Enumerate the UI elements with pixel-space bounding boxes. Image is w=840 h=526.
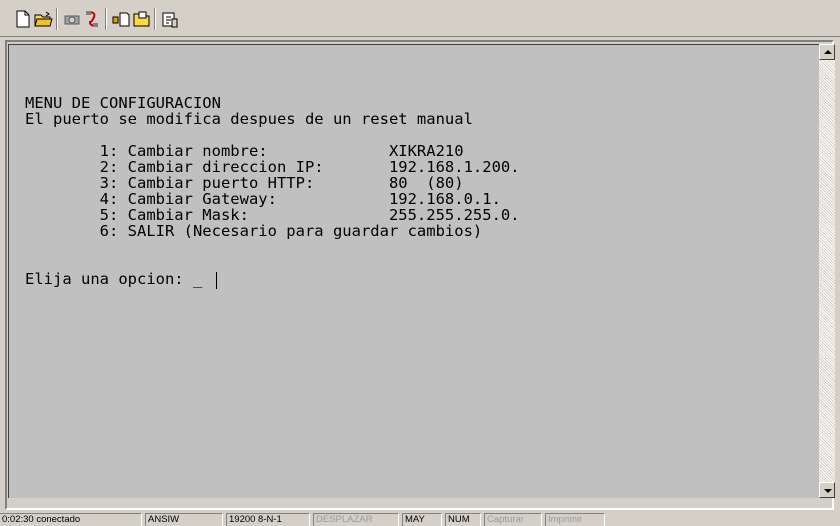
terminal-line: El puerto se modifica despues de un rese… (25, 110, 473, 128)
scroll-down-button[interactable] (819, 482, 835, 498)
toolbar (0, 0, 840, 37)
properties-connection-icon[interactable] (82, 9, 102, 29)
terminal-prompt: Elija una opcion: _ (25, 270, 203, 288)
text-cursor (216, 272, 217, 289)
status-emulation: ANSIW (145, 513, 223, 526)
terminal-line: 3: Cambiar puerto HTTP: 80 (80) (25, 174, 464, 192)
terminal-line: 1: Cambiar nombre: XIKRA210 (25, 142, 464, 160)
status-scroll-lock: DESPLAZAR (313, 513, 399, 526)
status-port-settings: 19200 8-N-1 (226, 513, 310, 526)
terminal-line: MENU DE CONFIGURACION (25, 94, 221, 112)
status-capture: Capturar (484, 513, 542, 526)
status-num-lock: NUM (445, 513, 481, 526)
disconnect-icon[interactable] (62, 9, 82, 29)
terminal-line: 2: Cambiar direccion IP: 192.168.1.200. (25, 158, 520, 176)
terminal-line: 6: SALIR (Necesario para guardar cambios… (25, 222, 483, 240)
arrow-down-icon (824, 489, 832, 493)
status-connection-time: 0:02:30 conectado (0, 513, 142, 526)
vertical-scrollbar[interactable] (819, 44, 835, 498)
arrow-up-icon (824, 50, 832, 54)
status-bar: 0:02:30 conectado ANSIW 19200 8-N-1 DESP… (0, 512, 840, 526)
send-icon[interactable] (111, 9, 131, 29)
properties-icon[interactable] (160, 9, 180, 29)
scroll-up-button[interactable] (819, 44, 835, 60)
open-icon[interactable] (33, 9, 53, 29)
receive-icon[interactable] (131, 9, 151, 29)
terminal-screen[interactable]: MENU DE CONFIGURACION El puerto se modif… (8, 44, 819, 498)
terminal-line: 4: Cambiar Gateway: 192.168.0.1. (25, 190, 501, 208)
status-print: Imprimir (545, 513, 605, 526)
new-icon[interactable] (13, 9, 33, 29)
status-caps-lock: MAY (402, 513, 442, 526)
terminal-line: 5: Cambiar Mask: 255.255.255.0. (25, 206, 520, 224)
